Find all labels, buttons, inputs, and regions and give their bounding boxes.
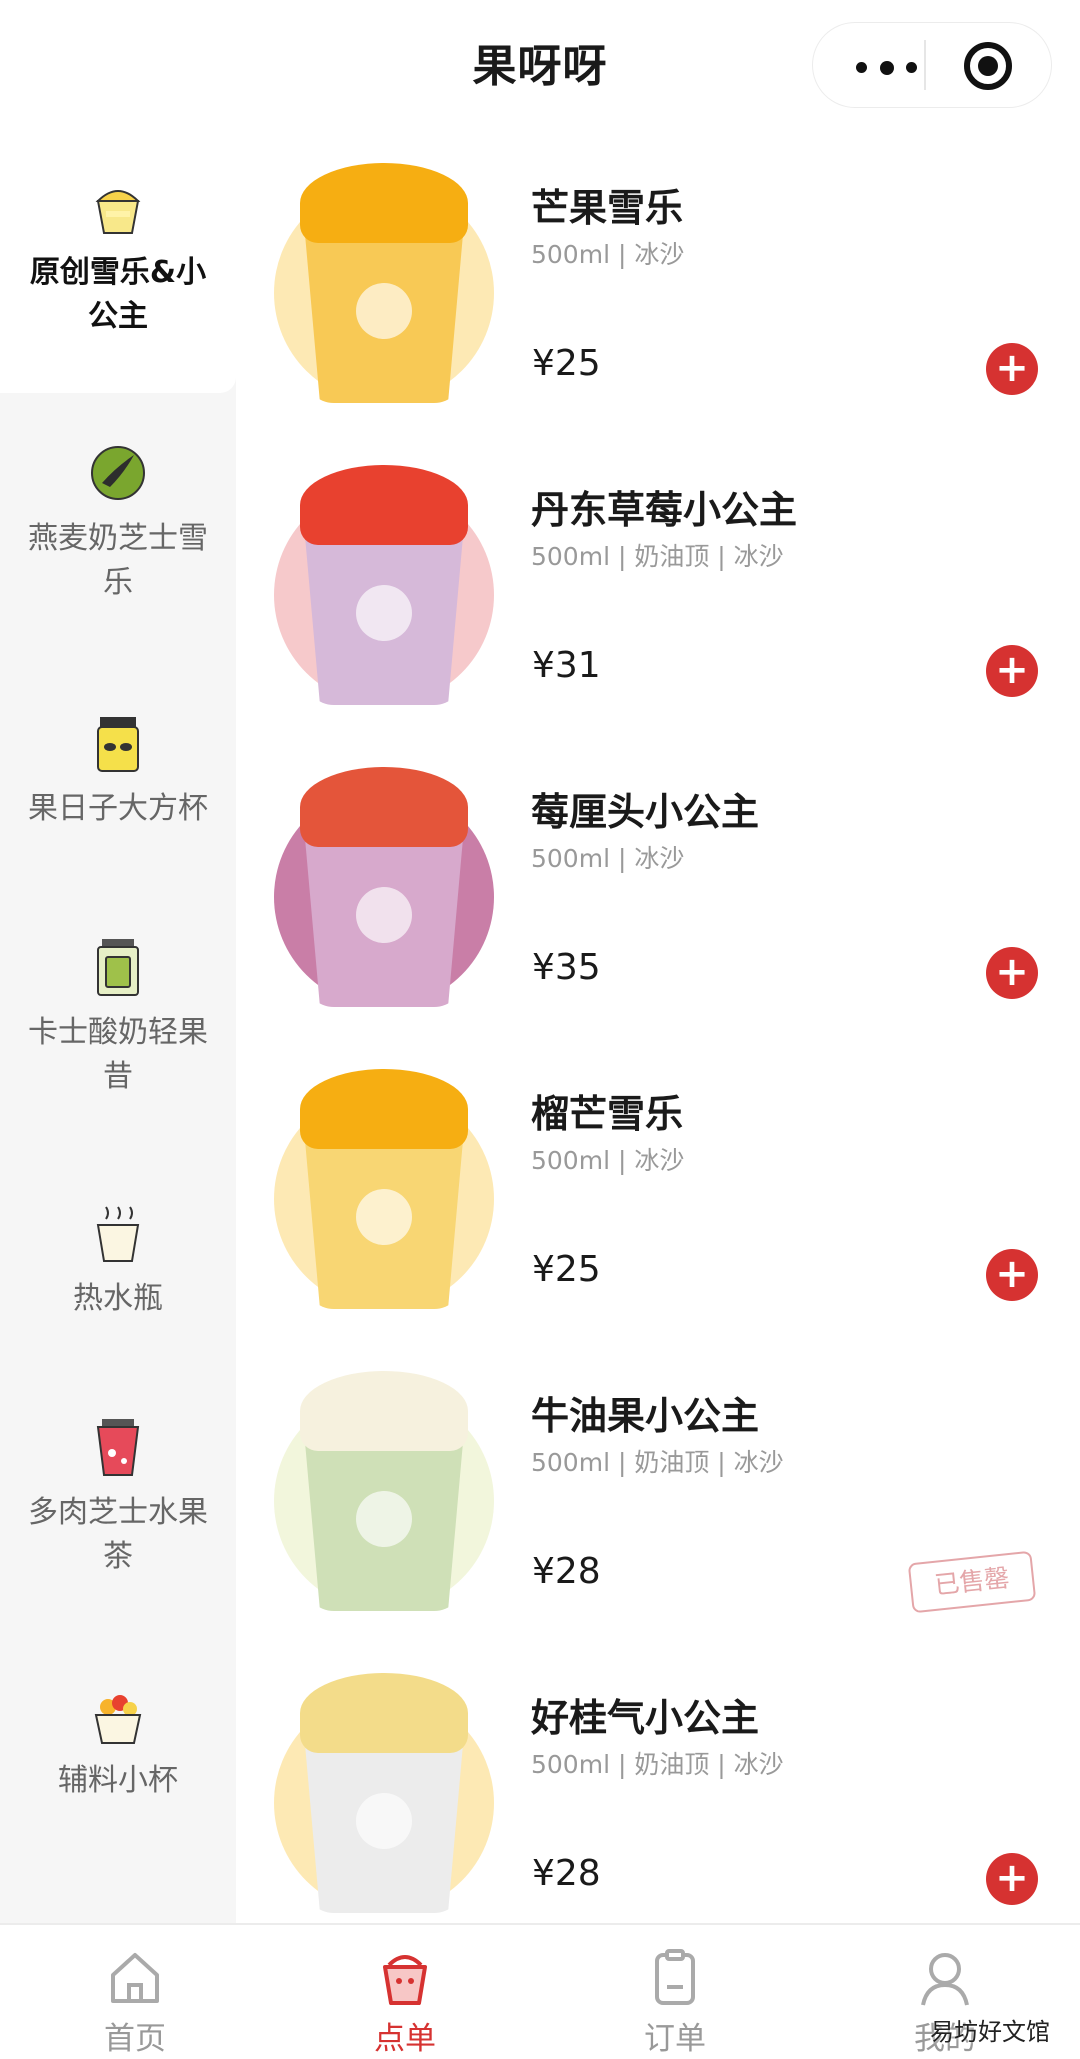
list-item[interactable]: 榴芒雪乐 500ml | 冰沙 ¥25 + (236, 1031, 1080, 1333)
add-to-cart-button[interactable]: + (986, 645, 1038, 697)
product-price: ¥28 (532, 1551, 601, 1592)
mini-program-capsule (812, 22, 1052, 108)
add-to-cart-button[interactable]: + (986, 1853, 1038, 1905)
product-price: ¥28 (532, 1853, 601, 1894)
product-image (274, 1361, 494, 1611)
product-spec: 500ml | 奶油顶 | 冰沙 (531, 1448, 784, 1477)
tab-label: 点单 (374, 2021, 436, 2057)
capsule-divider (924, 40, 926, 90)
add-to-cart-button[interactable]: + (986, 947, 1038, 999)
dessert-cup-icon (90, 177, 146, 237)
product-image (274, 153, 494, 403)
product-price: ¥35 (532, 947, 601, 988)
tab-orders[interactable]: 订单 (540, 1925, 810, 2059)
square-cup-icon (90, 713, 146, 773)
hot-cup-icon (90, 1203, 146, 1263)
order-cup-icon (375, 1947, 435, 2007)
tab-label: 首页 (104, 2021, 166, 2057)
tab-order[interactable]: 点单 (270, 1925, 540, 2059)
product-name: 莓厘头小公主 (531, 790, 760, 834)
product-price: ¥31 (532, 645, 601, 686)
product-image (274, 1059, 494, 1309)
sidebar-item-fruit-tea[interactable]: 多肉芝士水果茶 (0, 1417, 236, 1597)
top-bar: 果呀呀 (0, 0, 1080, 125)
product-image (274, 455, 494, 705)
list-item[interactable]: 好桂气小公主 500ml | 奶油顶 | 冰沙 ¥28 + (236, 1635, 1080, 1923)
product-spec: 500ml | 奶油顶 | 冰沙 (531, 1750, 784, 1779)
sidebar-item-yogurt[interactable]: 卡士酸奶轻果昔 (0, 937, 236, 1117)
sold-out-stamp: 已售罄 (907, 1550, 1037, 1614)
product-name: 榴芒雪乐 (531, 1092, 684, 1136)
close-mini-program-icon[interactable] (964, 42, 1012, 90)
sidebar-item-label: 果日子大方杯 (28, 791, 208, 826)
product-name: 芒果雪乐 (531, 186, 684, 230)
sidebar-item-big-cup[interactable]: 果日子大方杯 (0, 713, 236, 853)
sidebar-item-label: 辅料小杯 (58, 1763, 178, 1798)
yogurt-jar-icon (90, 937, 146, 997)
watermark: 易坊好文馆 (930, 2018, 1050, 2046)
add-to-cart-button[interactable]: + (986, 1249, 1038, 1301)
product-image (274, 1663, 494, 1913)
list-item[interactable]: 莓厘头小公主 500ml | 冰沙 ¥35 + (236, 729, 1080, 1031)
tab-label: 订单 (644, 2021, 706, 2057)
fruit-tea-icon (90, 1417, 146, 1477)
add-to-cart-button[interactable]: + (986, 343, 1038, 395)
more-icon[interactable] (856, 61, 920, 75)
bird-icon (90, 443, 146, 503)
sidebar-item-thermos[interactable]: 热水瓶 (0, 1203, 236, 1343)
sidebar-item-toppings[interactable]: 辅料小杯 (0, 1685, 236, 1825)
product-price: ¥25 (532, 343, 601, 384)
sidebar-item-label: 热水瓶 (73, 1281, 163, 1316)
sidebar-item-original[interactable]: 原创雪乐&小公主 (0, 125, 236, 393)
product-spec: 500ml | 冰沙 (531, 1146, 685, 1175)
topping-cup-icon (90, 1685, 146, 1745)
sidebar-item-label: 多肉芝士水果茶 (28, 1495, 208, 1574)
product-name: 牛油果小公主 (531, 1394, 760, 1438)
product-name: 好桂气小公主 (531, 1696, 760, 1740)
sidebar-item-oat-cheese[interactable]: 燕麦奶芝士雪乐 (0, 443, 236, 623)
bottom-tab-bar: 首页 点单 订单 我的 (0, 1923, 1080, 2059)
product-image (274, 757, 494, 1007)
sidebar-item-label: 燕麦奶芝士雪乐 (28, 521, 208, 600)
product-list: 芒果雪乐 500ml | 冰沙 ¥25 + 丹东草莓小公主 500ml | 奶油… (236, 125, 1080, 1923)
product-name: 丹东草莓小公主 (531, 488, 798, 532)
product-spec: 500ml | 冰沙 (531, 240, 685, 269)
clipboard-icon (645, 1947, 705, 2007)
home-icon (105, 1947, 165, 2007)
product-spec: 500ml | 奶油顶 | 冰沙 (531, 542, 784, 571)
product-spec: 500ml | 冰沙 (531, 844, 685, 873)
list-item[interactable]: 丹东草莓小公主 500ml | 奶油顶 | 冰沙 ¥31 + (236, 427, 1080, 729)
sidebar-item-label: 卡士酸奶轻果昔 (28, 1015, 208, 1094)
tab-home[interactable]: 首页 (0, 1925, 270, 2059)
list-item[interactable]: 牛油果小公主 500ml | 奶油顶 | 冰沙 ¥28 已售罄 (236, 1333, 1080, 1635)
category-sidebar: 原创雪乐&小公主 燕麦奶芝士雪乐 果日子大方杯 卡士酸奶轻果昔 热水瓶 多肉芝士… (0, 125, 236, 1923)
product-price: ¥25 (532, 1249, 601, 1290)
list-item[interactable]: 芒果雪乐 500ml | 冰沙 ¥25 + (236, 125, 1080, 427)
user-icon (915, 1947, 975, 2007)
sidebar-item-label: 原创雪乐&小公主 (29, 255, 207, 334)
